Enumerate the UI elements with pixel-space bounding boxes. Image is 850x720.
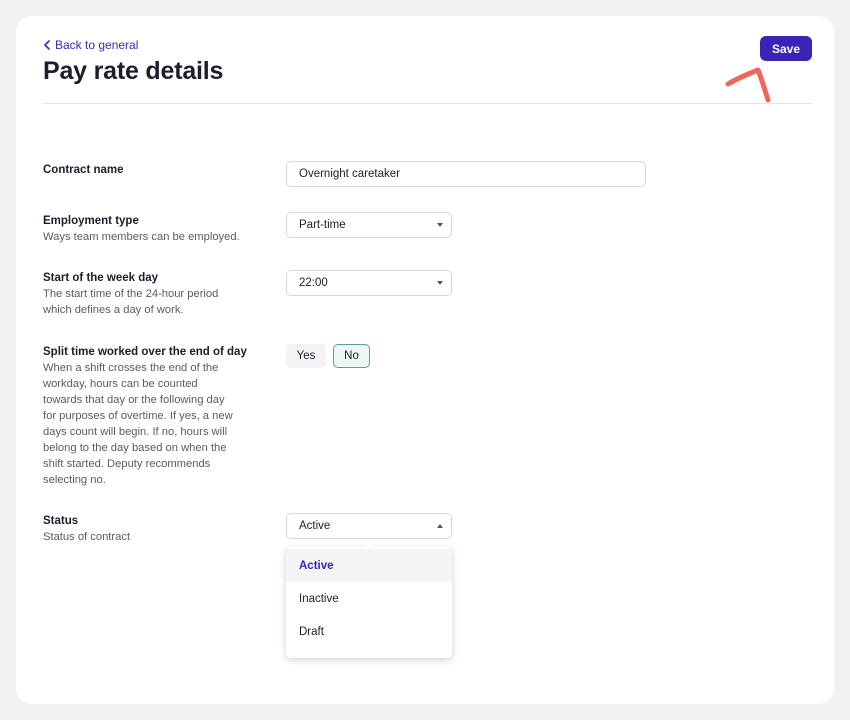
split-time-title: Split time worked over the end of day (43, 346, 247, 358)
settings-card: Back to general Pay rate details Save Co… (16, 16, 834, 704)
contract-name-label-group: Contract name (43, 162, 124, 178)
status-option-active[interactable]: Active (286, 549, 452, 582)
back-link[interactable]: Back to general (43, 38, 138, 52)
status-description: Status of contract (43, 531, 131, 543)
split-time-yes-button[interactable]: Yes (286, 344, 326, 368)
employment-type-title: Employment type (43, 215, 139, 227)
split-time-description-line: selecting no. (43, 474, 106, 486)
employment-type-description: Ways team members can be employed. (43, 231, 240, 243)
header-divider (43, 103, 812, 104)
split-time-description-line: shift started. Deputy recommends (43, 458, 211, 470)
week-start-description-line: which defines a day of work. (43, 304, 184, 316)
week-start-label-group: Start of the week day The start time of … (43, 270, 218, 318)
split-time-no-button[interactable]: No (333, 344, 370, 368)
week-start-description-line: The start time of the 24-hour period (43, 288, 219, 300)
annotation-mark (725, 67, 771, 103)
employment-type-label-group: Employment type Ways team members can be… (43, 213, 240, 245)
contract-name-title: Contract name (43, 164, 124, 176)
week-start-select[interactable]: 22:00 (286, 270, 452, 296)
status-select[interactable]: Active (286, 513, 452, 539)
split-time-description-line: days count will begin. If no, hours will (43, 426, 228, 438)
split-time-description-line: belong to the day based on when the (43, 442, 227, 454)
status-option-inactive[interactable]: Inactive (286, 582, 452, 615)
status-option-draft[interactable]: Draft (286, 615, 452, 648)
contract-name-input[interactable] (286, 161, 646, 187)
caret-down-icon (437, 281, 443, 285)
save-button[interactable]: Save (760, 36, 812, 61)
employment-type-value: Part-time (299, 219, 346, 231)
status-value: Active (299, 520, 331, 532)
status-title: Status (43, 515, 79, 527)
week-start-title: Start of the week day (43, 272, 159, 284)
status-label-group: Status Status of contract (43, 513, 130, 545)
back-link-label: Back to general (55, 38, 139, 52)
split-time-description-line: towards that day or the following day (43, 394, 225, 406)
status-dropdown-menu: Active Inactive Draft (286, 547, 452, 658)
caret-up-icon (437, 524, 443, 528)
split-time-description-line: for purposes of overtime. If yes, a new (43, 410, 233, 422)
split-time-label-group: Split time worked over the end of day Wh… (43, 344, 247, 488)
dropdown-pointer (363, 542, 375, 548)
split-time-description-line: When a shift crosses the end of the (43, 362, 219, 374)
employment-type-select[interactable]: Part-time (286, 212, 452, 238)
caret-down-icon (437, 223, 443, 227)
page-title: Pay rate details (43, 57, 224, 85)
split-time-description-line: workday, hours can be counted (43, 378, 198, 390)
week-start-value: 22:00 (299, 277, 328, 289)
chevron-left-icon (44, 40, 50, 50)
